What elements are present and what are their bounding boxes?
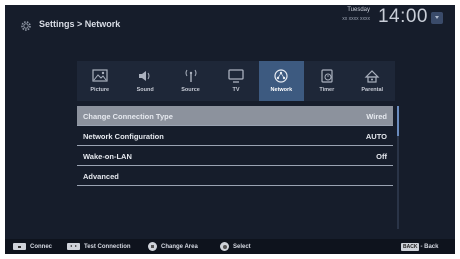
menu-scrollbar[interactable] xyxy=(397,106,399,229)
menu-item-network-configuration[interactable]: Network Configuration AUTO xyxy=(77,126,393,146)
red-key-icon xyxy=(13,243,26,250)
ok-key-icon xyxy=(220,242,229,251)
menu-item-value: AUTO xyxy=(365,132,387,141)
tab-network[interactable]: Network xyxy=(258,61,305,101)
hint-label: Select xyxy=(233,243,251,250)
tab-sound[interactable]: Sound xyxy=(122,61,167,101)
menu-item-value: Off xyxy=(376,152,387,161)
hint-connect[interactable]: Connec xyxy=(13,242,52,251)
page-title: Settings > Network xyxy=(39,19,121,29)
arrow-key-icon xyxy=(67,243,80,250)
picture-icon xyxy=(92,69,108,82)
antenna-icon xyxy=(185,69,197,82)
hint-label: Test Connection xyxy=(84,243,131,250)
menu-item-advanced[interactable]: Advanced xyxy=(77,166,393,186)
menu-item-label: Network Configuration xyxy=(83,132,164,141)
hint-select[interactable]: Select xyxy=(220,242,251,251)
back-key: BACK xyxy=(401,242,420,251)
menu-item-wake-on-lan[interactable]: Wake-on-LAN Off xyxy=(77,146,393,166)
network-menu: Change Connection Type Wired Network Con… xyxy=(77,106,393,186)
tab-timer[interactable]: Timer xyxy=(304,61,349,101)
tab-label: TV xyxy=(232,87,240,93)
scroll-thumb[interactable] xyxy=(397,106,399,136)
menu-item-value: Wired xyxy=(366,112,387,121)
chevron-down-icon[interactable] xyxy=(431,12,443,24)
tab-label: Source xyxy=(181,87,200,93)
hint-test-connection[interactable]: Test Connection xyxy=(67,242,131,251)
clock-day: Tuesday xyxy=(347,7,370,13)
navigation-key-icon xyxy=(148,242,157,251)
hint-label: - Back xyxy=(420,243,439,250)
network-icon xyxy=(274,69,288,83)
tab-label: Parental xyxy=(361,87,384,93)
speaker-icon xyxy=(139,71,150,81)
tv-icon xyxy=(228,69,244,83)
tab-label: Sound xyxy=(136,87,154,93)
header: Settings > Network Tuesday xx xxxx xxxx … xyxy=(5,5,455,45)
clock-date: xx xxxx xxxx xyxy=(342,16,370,22)
gear-icon xyxy=(21,21,31,31)
tab-label: Timer xyxy=(319,87,335,93)
tab-label: Picture xyxy=(90,87,110,93)
menu-item-label: Wake-on-LAN xyxy=(83,152,132,161)
tab-label: Network xyxy=(270,87,293,93)
hint-change-area[interactable]: Change Area xyxy=(148,242,198,251)
hint-label: Change Area xyxy=(161,243,198,250)
footer-hints: Connec Test Connection Change Area Selec… xyxy=(5,239,455,254)
tab-picture[interactable]: Picture xyxy=(77,61,122,101)
clock-time: 14:00 xyxy=(377,6,428,27)
tab-source[interactable]: Source xyxy=(168,61,213,101)
hint-label: Connec xyxy=(30,243,53,250)
settings-screen: Settings > Network Tuesday xx xxxx xxxx … xyxy=(5,5,455,254)
hint-back[interactable]: BACK - Back xyxy=(401,242,438,251)
category-tabs: Picture Sound Source TV Network Timer Pa… xyxy=(77,61,395,101)
menu-item-change-connection-type[interactable]: Change Connection Type Wired xyxy=(77,106,393,126)
menu-item-label: Change Connection Type xyxy=(83,112,173,121)
tab-parental[interactable]: Parental xyxy=(350,61,395,101)
timer-icon xyxy=(321,69,333,83)
parental-icon xyxy=(364,70,380,83)
tab-tv[interactable]: TV xyxy=(213,61,258,101)
menu-item-label: Advanced xyxy=(83,172,119,181)
